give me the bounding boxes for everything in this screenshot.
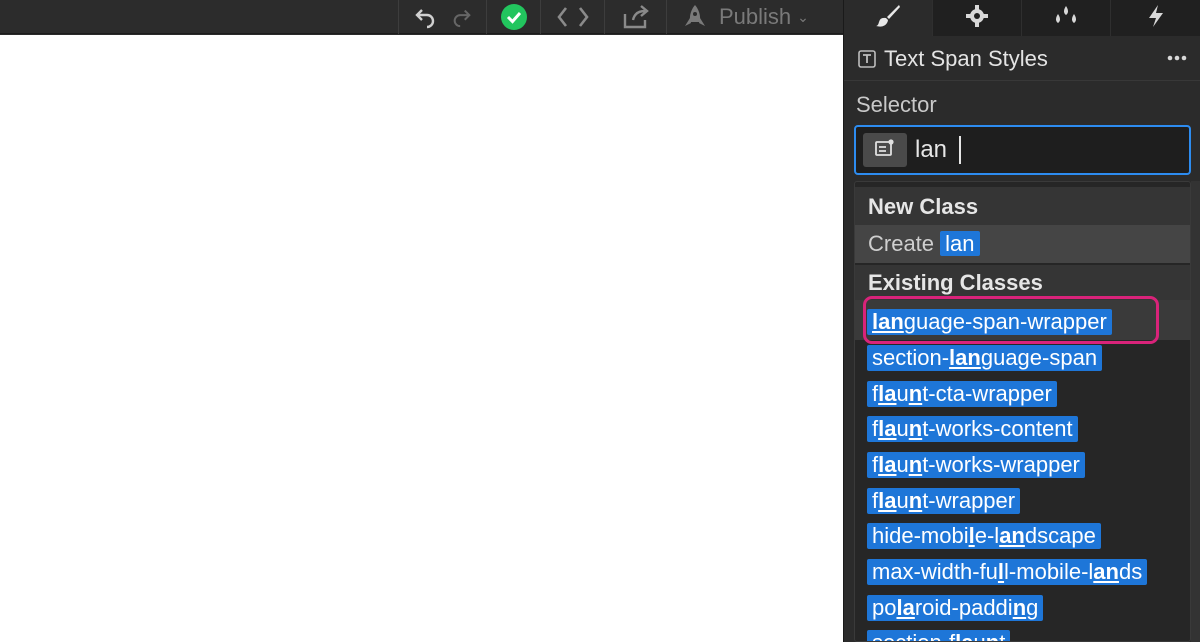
panel-header: Text Span Styles bbox=[844, 37, 1200, 81]
publish-button[interactable]: Publish ⌄ bbox=[666, 0, 843, 34]
tab-settings[interactable] bbox=[933, 0, 1022, 36]
class-option[interactable]: flaunt-cta-wrapper bbox=[867, 381, 1057, 407]
rocket-icon bbox=[681, 4, 709, 30]
redo-icon[interactable] bbox=[451, 6, 473, 28]
chevron-down-icon: ⌄ bbox=[797, 8, 809, 25]
design-canvas[interactable] bbox=[0, 35, 843, 642]
selector-label: Selector bbox=[856, 92, 937, 117]
code-group bbox=[540, 0, 604, 34]
new-class-heading: New Class bbox=[855, 187, 1190, 227]
brush-icon bbox=[875, 4, 901, 33]
panel-scroll-gutter bbox=[1191, 181, 1200, 642]
class-option[interactable]: section-flaunt bbox=[867, 630, 1011, 641]
class-option-label: flaunt-wrapper bbox=[867, 488, 1021, 514]
tab-interactions[interactable] bbox=[1111, 0, 1200, 36]
element-chip[interactable] bbox=[863, 133, 907, 167]
code-icon[interactable] bbox=[556, 6, 590, 28]
class-option[interactable]: flaunt-wrapper bbox=[867, 488, 1021, 514]
export-group bbox=[604, 0, 666, 34]
class-option-label: section-flaunt bbox=[867, 630, 1011, 641]
class-option[interactable]: flaunt-works-wrapper bbox=[867, 452, 1085, 478]
undo-icon[interactable] bbox=[413, 5, 437, 29]
more-icon[interactable] bbox=[1167, 49, 1187, 67]
class-option-label: section-language-span bbox=[867, 345, 1103, 371]
class-option-label: hide-mobile-landscape bbox=[867, 523, 1101, 549]
class-option-label: flaunt-works-content bbox=[867, 416, 1078, 442]
export-icon[interactable] bbox=[621, 4, 651, 30]
check-circle-icon[interactable] bbox=[500, 3, 528, 31]
style-panel: Text Span Styles Selector lan New Class … bbox=[843, 0, 1200, 642]
class-option[interactable]: flaunt-works-content bbox=[867, 416, 1078, 442]
class-option-label: flaunt-works-wrapper bbox=[867, 452, 1085, 478]
class-option-label: flaunt-cta-wrapper bbox=[867, 381, 1057, 407]
class-option[interactable]: max-width-full-mobile-lands bbox=[867, 559, 1148, 585]
selector-input[interactable]: lan bbox=[854, 125, 1191, 175]
create-value: lan bbox=[940, 231, 980, 256]
class-option[interactable]: hide-mobile-landscape bbox=[867, 523, 1101, 549]
lightning-icon bbox=[1146, 4, 1166, 33]
tab-style-manager[interactable] bbox=[1022, 0, 1111, 36]
text-span-icon bbox=[858, 49, 876, 68]
history-group bbox=[398, 0, 486, 34]
top-toolbar: Publish ⌄ bbox=[0, 0, 843, 34]
highlight-ring bbox=[863, 296, 1159, 344]
status-group bbox=[486, 0, 540, 34]
text-cursor bbox=[959, 136, 961, 164]
class-option[interactable]: section-language-span bbox=[867, 345, 1103, 371]
selector-input-value: lan bbox=[915, 136, 948, 163]
class-option[interactable]: polaroid-padding bbox=[867, 595, 1044, 621]
publish-label: Publish bbox=[719, 4, 792, 29]
class-option-label: polaroid-padding bbox=[867, 595, 1044, 621]
tab-style[interactable] bbox=[844, 0, 933, 36]
element-icon bbox=[875, 138, 895, 162]
panel-tabs bbox=[844, 0, 1200, 36]
class-option-label: max-width-full-mobile-lands bbox=[867, 559, 1148, 585]
drops-icon bbox=[1052, 5, 1080, 32]
class-dropdown: New Class Create lan Existing Classes la… bbox=[854, 181, 1191, 642]
panel-title: Text Span Styles bbox=[884, 45, 1048, 71]
gear-icon bbox=[965, 4, 989, 33]
create-label: Create bbox=[868, 231, 935, 256]
create-class-option[interactable]: Create lan bbox=[855, 225, 1190, 263]
